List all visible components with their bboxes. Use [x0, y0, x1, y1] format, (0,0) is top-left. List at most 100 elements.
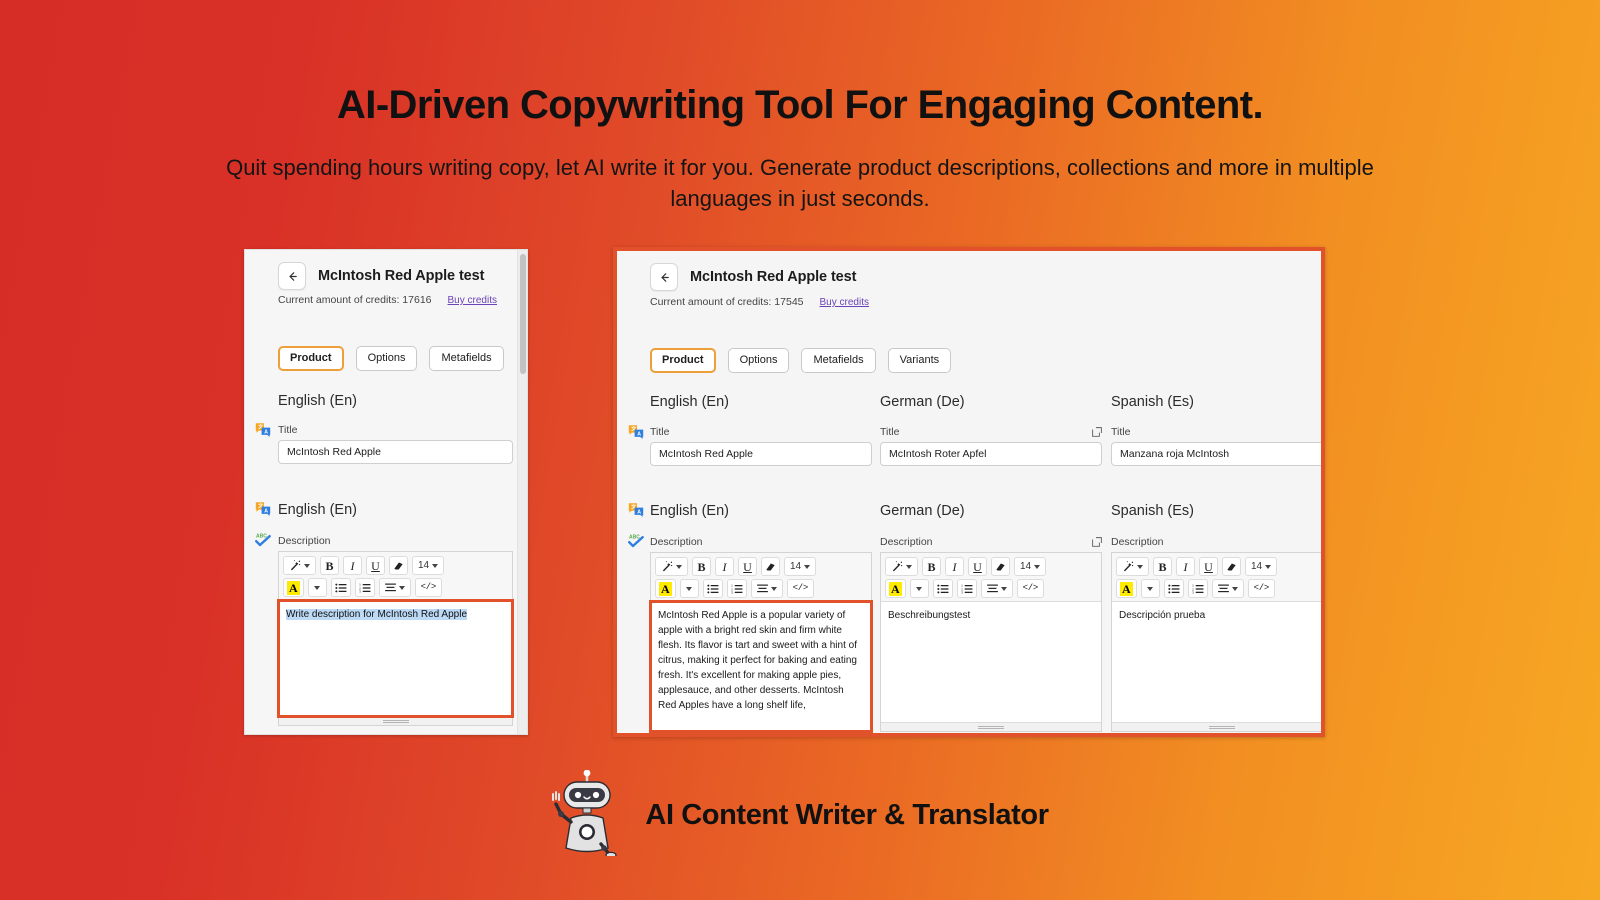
magic-wand-icon[interactable] [1116, 557, 1149, 576]
right-title-input-de[interactable]: McIntosh Roter Apfel [880, 442, 1102, 466]
tab-metafields[interactable]: Metafields [801, 348, 876, 373]
align-icon[interactable] [750, 579, 783, 598]
editor-resize-handle[interactable] [1112, 722, 1321, 731]
screenshots-row: McIntosh Red Apple test Current amount o… [0, 247, 1600, 742]
left-panel-header: McIntosh Red Apple test [278, 262, 484, 290]
right-description-editor-en[interactable]: B I U 14 A 1 2 3 </> McIntosh Red Apple … [649, 552, 873, 733]
tab-options[interactable]: Options [727, 348, 790, 373]
abc-spellcheck-icon: ABC [628, 532, 644, 548]
code-view-button[interactable]: </> [1247, 579, 1275, 598]
magic-wand-icon[interactable] [885, 557, 918, 576]
tab-metafields[interactable]: Metafields [429, 346, 504, 371]
page-subtitle: Quit spending hours writing copy, let AI… [226, 155, 1374, 212]
svg-text:3: 3 [359, 589, 361, 592]
left-tab-bar: Product Options Metafields [278, 346, 504, 371]
underline-button[interactable]: U [366, 556, 385, 575]
font-color-dropdown[interactable] [679, 579, 699, 598]
font-size-selector[interactable]: 14 [1014, 557, 1047, 576]
scrollbar-thumb[interactable] [520, 254, 526, 374]
numbered-list-icon[interactable]: 1 2 3 [1187, 579, 1208, 598]
left-description-field-label: Description [278, 535, 331, 547]
bullet-list-icon[interactable] [702, 579, 723, 598]
right-description-content-de[interactable]: Beschreibungstest [881, 602, 1101, 722]
align-icon[interactable] [980, 579, 1013, 598]
right-title-language-es: Spanish (Es) [1111, 394, 1195, 410]
italic-button[interactable]: I [1176, 557, 1195, 576]
popout-icon[interactable] [1323, 537, 1325, 547]
code-view-button[interactable]: </> [786, 579, 814, 598]
align-icon[interactable] [378, 578, 411, 597]
buy-credits-link[interactable]: Buy credits [820, 297, 869, 308]
left-description-content[interactable]: Write description for McIntosh Red Apple [277, 599, 514, 718]
numbered-list-icon[interactable]: 1 2 3 [956, 579, 977, 598]
left-description-editor[interactable]: B I U 14 A 1 2 3 </> Write description f… [277, 551, 514, 726]
right-title-input-en[interactable]: McIntosh Red Apple [650, 442, 872, 466]
back-button[interactable] [278, 262, 306, 290]
hero-section: AI-Driven Copywriting Tool For Engaging … [0, 82, 1600, 214]
bold-button[interactable]: B [320, 556, 339, 575]
magic-wand-icon[interactable] [655, 557, 688, 576]
eraser-icon[interactable] [389, 556, 408, 575]
right-description-editor-de[interactable]: B I U 14 A 1 2 3 </> Beschreibungstest [880, 552, 1102, 732]
tab-options[interactable]: Options [355, 346, 418, 371]
code-view-button[interactable]: </> [414, 578, 442, 597]
left-description-language: English (En) [278, 502, 357, 518]
underline-button[interactable]: U [738, 557, 757, 576]
footer-brand: AI Content Writer & Translator [0, 769, 1600, 861]
font-color-dropdown[interactable] [1140, 579, 1160, 598]
toolbar-de: B I U 14 A 1 2 3 </> [881, 553, 1101, 602]
align-icon[interactable] [1211, 579, 1244, 598]
numbered-list-icon[interactable]: 1 2 3 [354, 578, 375, 597]
right-title-input-es[interactable]: Manzana roja McIntosh [1111, 442, 1321, 466]
font-size-selector[interactable]: 14 [1245, 557, 1278, 576]
editor-resize-handle[interactable] [279, 716, 512, 725]
translate-icon: 文 A [628, 502, 644, 518]
eraser-icon[interactable] [991, 557, 1010, 576]
tab-product[interactable]: Product [278, 346, 344, 371]
magic-wand-icon[interactable] [283, 556, 316, 575]
font-color-button[interactable]: A [1116, 579, 1137, 598]
svg-text:A: A [637, 431, 641, 437]
editor-resize-handle[interactable] [881, 722, 1101, 731]
numbered-list-icon[interactable]: 1 2 3 [726, 579, 747, 598]
svg-text:3: 3 [961, 590, 963, 593]
font-color-button[interactable]: A [283, 578, 304, 597]
underline-button[interactable]: U [968, 557, 987, 576]
promo-banner: AI-Driven Copywriting Tool For Engaging … [0, 0, 1600, 900]
eraser-icon[interactable] [1222, 557, 1241, 576]
font-size-selector[interactable]: 14 [784, 557, 817, 576]
font-color-dropdown[interactable] [307, 578, 327, 597]
popout-icon[interactable] [1323, 427, 1325, 437]
translate-icon: 文 A [255, 501, 271, 517]
bold-button[interactable]: B [922, 557, 941, 576]
popout-icon[interactable] [1092, 427, 1102, 437]
tab-product[interactable]: Product [650, 348, 716, 373]
eraser-icon[interactable] [761, 557, 780, 576]
right-description-editor-es[interactable]: B I U 14 A 1 2 3 </> Descripción prueba [1111, 552, 1321, 732]
italic-button[interactable]: I [945, 557, 964, 576]
bullet-list-icon[interactable] [1163, 579, 1184, 598]
right-description-content-en[interactable]: McIntosh Red Apple is a popular variety … [649, 600, 873, 733]
buy-credits-link[interactable]: Buy credits [448, 295, 497, 306]
bullet-list-icon[interactable] [330, 578, 351, 597]
svg-text:A: A [264, 429, 268, 435]
code-view-button[interactable]: </> [1016, 579, 1044, 598]
right-tab-bar: Product Options Metafields Variants [650, 348, 952, 373]
font-color-button[interactable]: A [655, 579, 676, 598]
bullet-list-icon[interactable] [932, 579, 953, 598]
bold-button[interactable]: B [1153, 557, 1172, 576]
right-description-content-es[interactable]: Descripción prueba [1112, 602, 1321, 722]
italic-button[interactable]: I [715, 557, 734, 576]
underline-button[interactable]: U [1199, 557, 1218, 576]
back-button[interactable] [650, 263, 678, 291]
tab-variants[interactable]: Variants [887, 348, 952, 373]
font-size-selector[interactable]: 14 [412, 556, 445, 575]
left-panel-scrollbar[interactable] [517, 250, 527, 734]
right-title-label-es: Title [1111, 426, 1325, 438]
font-color-dropdown[interactable] [909, 579, 929, 598]
left-title-input[interactable]: McIntosh Red Apple [278, 440, 513, 464]
bold-button[interactable]: B [692, 557, 711, 576]
italic-button[interactable]: I [343, 556, 362, 575]
font-color-button[interactable]: A [885, 579, 906, 598]
popout-icon[interactable] [1092, 537, 1102, 547]
